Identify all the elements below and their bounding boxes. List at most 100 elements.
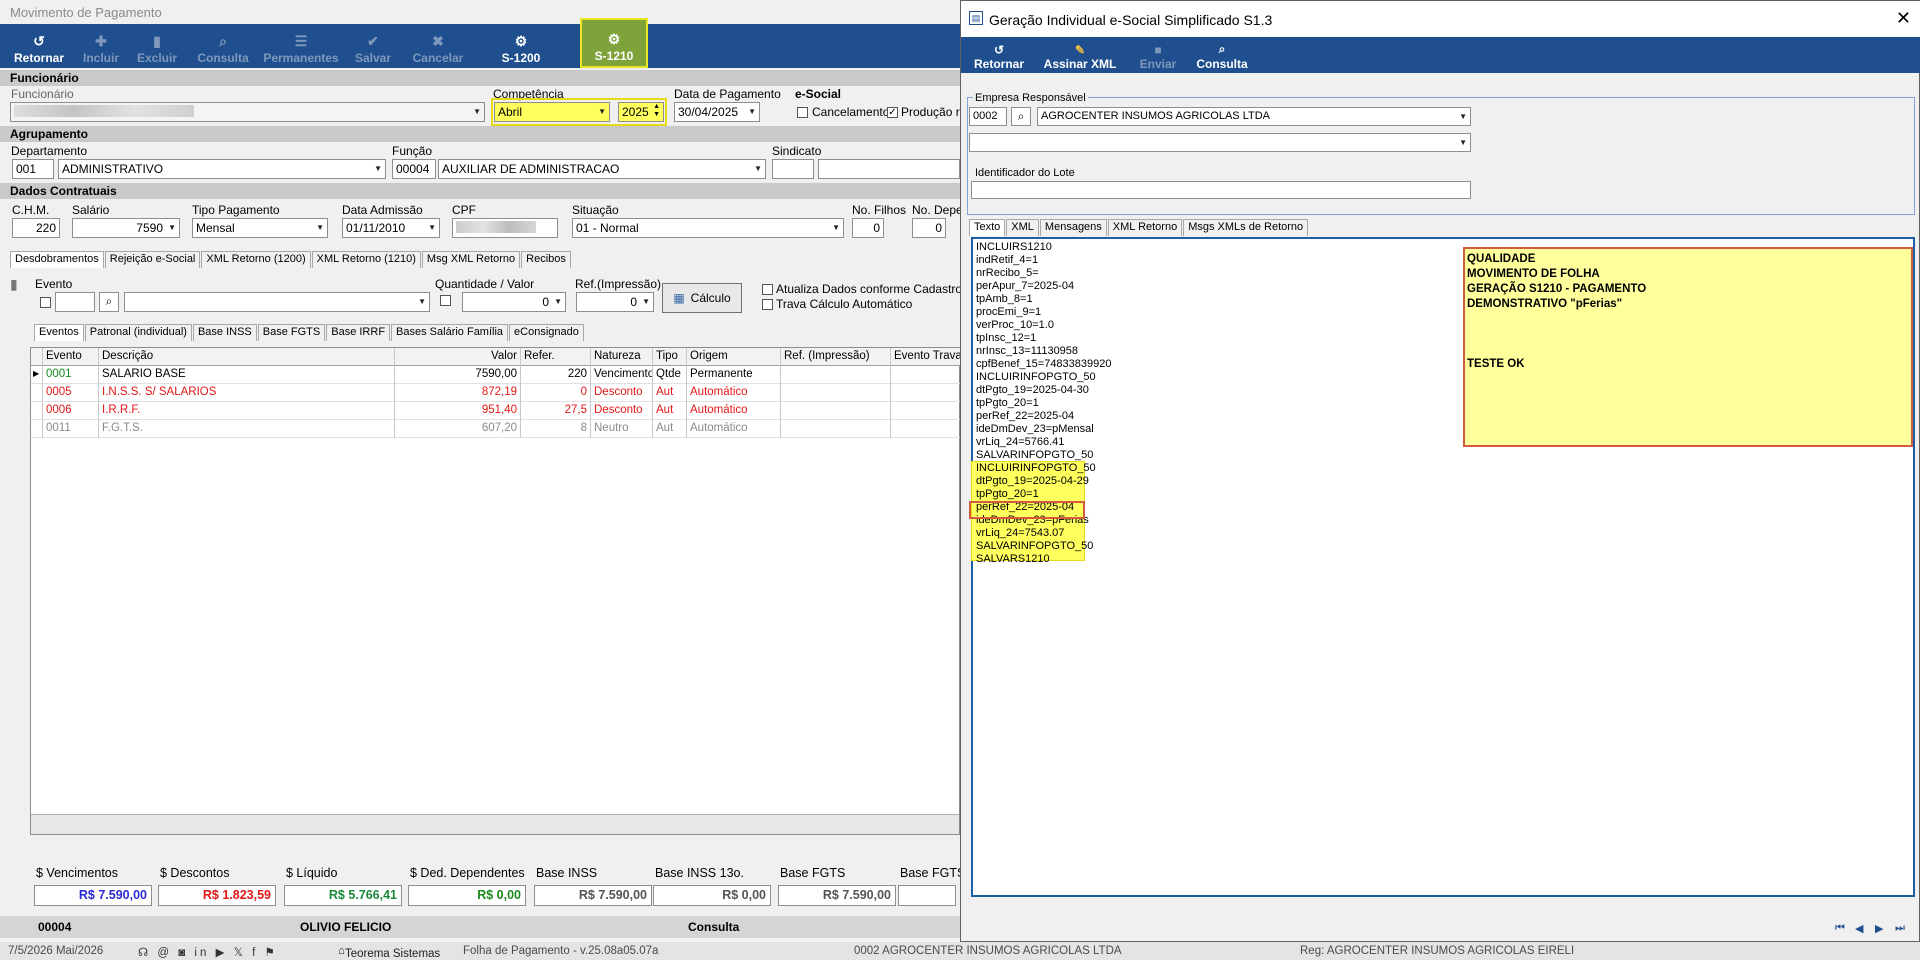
- evento-select[interactable]: [124, 292, 430, 312]
- grid-header-natureza[interactable]: Natureza: [591, 348, 653, 366]
- tab-xml-retorno[interactable]: XML Retorno: [1107, 219, 1183, 236]
- total-label: $ Descontos: [160, 866, 230, 880]
- table-cell-tipo: Aut: [653, 384, 687, 402]
- tab-texto[interactable]: Texto: [969, 219, 1006, 236]
- tab-xml-1200[interactable]: XML Retorno (1200): [201, 251, 311, 268]
- table-row[interactable]: 0011 F.G.T.S. 607,20 8 Neutro Aut Automático: [31, 420, 961, 438]
- last-record-icon[interactable]: ⏭: [1895, 922, 1905, 935]
- row-selector[interactable]: [31, 420, 43, 438]
- filhos-field[interactable]: 0: [852, 218, 884, 238]
- secondary-select[interactable]: [969, 133, 1471, 152]
- data-pagamento-field[interactable]: 30/04/2025: [674, 102, 760, 122]
- evento-code-field[interactable]: [55, 292, 95, 312]
- eventos-grid[interactable]: Evento Descrição Valor Refer. Natureza T…: [30, 347, 961, 835]
- tab-patronal[interactable]: Patronal (individual): [84, 324, 192, 341]
- salvar-button[interactable]: ✔ Salvar: [346, 24, 400, 68]
- tab-eventos[interactable]: Eventos: [34, 324, 84, 341]
- dependentes-field[interactable]: 0: [912, 218, 946, 238]
- total-value: R$ 0,00: [653, 885, 771, 906]
- excluir-button[interactable]: ▮ Excluir: [130, 24, 184, 68]
- grid-header-origem[interactable]: Origem: [687, 348, 781, 366]
- sindicato-select[interactable]: [818, 159, 960, 179]
- search-icon[interactable]: ⌕: [1011, 107, 1031, 126]
- departamento-select[interactable]: ADMINISTRATIVO: [58, 159, 386, 179]
- table-row[interactable]: 0005 I.N.S.S. S/ SALARIOS 872,19 0 Desconto A…: [31, 384, 961, 402]
- grid-header-tipo[interactable]: Tipo: [653, 348, 687, 366]
- sindicato-code-field[interactable]: [772, 159, 814, 179]
- permanentes-button[interactable]: ☰ Permanentes: [260, 24, 342, 68]
- quantidade-checkbox[interactable]: [440, 295, 451, 306]
- grid-header-evento[interactable]: Evento: [43, 348, 99, 366]
- s1210-button[interactable]: ⚙ S-1210: [580, 18, 648, 68]
- empresa-select[interactable]: AGROCENTER INSUMOS AGRICOLAS LTDA: [1037, 107, 1471, 126]
- funcionario-select[interactable]: [10, 102, 485, 122]
- consulta-button[interactable]: ⌕ Consulta: [1191, 37, 1253, 73]
- s1200-button[interactable]: ⚙ S-1200: [492, 24, 550, 68]
- enviar-button[interactable]: ■ Enviar: [1131, 37, 1185, 73]
- grid-header-ref-impressao[interactable]: Ref. (Impressão): [781, 348, 891, 366]
- assinar-xml-button[interactable]: ✎ Assinar XML: [1035, 37, 1125, 73]
- tab-econsignado[interactable]: eConsignado: [509, 324, 584, 341]
- blurred-cpf: [456, 221, 536, 233]
- chm-field[interactable]: 220: [12, 218, 60, 238]
- first-record-icon[interactable]: ⏮: [1835, 922, 1845, 935]
- grid-header-descricao[interactable]: Descrição: [99, 348, 395, 366]
- tab-msg-xml[interactable]: Msg XML Retorno: [421, 251, 521, 268]
- tipo-pagamento-select[interactable]: Mensal: [192, 218, 328, 238]
- tab-msgs-xmls-retorno[interactable]: Msgs XMLs de Retorno: [1183, 219, 1309, 236]
- table-cell-evento: 0001: [43, 366, 99, 384]
- tab-base-fgts[interactable]: Base FGTS: [257, 324, 326, 341]
- ref-impressao-field[interactable]: 0: [576, 292, 654, 312]
- next-record-icon[interactable]: ▶: [1875, 922, 1883, 935]
- spinner-arrows-icon[interactable]: ▲ ▼: [653, 103, 660, 119]
- tab-mensagens[interactable]: Mensagens: [1039, 219, 1107, 236]
- search-icon[interactable]: ⌕: [99, 292, 119, 312]
- row-selector[interactable]: [31, 384, 43, 402]
- tab-base-irrf[interactable]: Base IRRF: [326, 324, 391, 341]
- row-selector[interactable]: [31, 402, 43, 420]
- tab-rejeicao[interactable]: Rejeição e-Social: [104, 251, 201, 268]
- tab-xml[interactable]: XML: [1006, 219, 1039, 236]
- funcao-select[interactable]: AUXILIAR DE ADMINISTRACAO: [438, 159, 766, 179]
- row-selector-arrow-icon[interactable]: ▶: [31, 366, 43, 384]
- close-icon[interactable]: ✕: [1896, 8, 1911, 29]
- cancelar-button[interactable]: ✖ Cancelar: [406, 24, 470, 68]
- texto-memo[interactable]: INCLUIRS1210 indRetif_4=1 nrRecibo_5= perAp…: [969, 237, 1915, 897]
- competencia-ano-spinner[interactable]: 2025 ▲ ▼: [618, 102, 664, 122]
- table-row[interactable]: 0006 I.R.R.F. 951,40 27,5 Desconto Aut Automát…: [31, 402, 961, 420]
- tab-recibos[interactable]: Recibos: [521, 251, 571, 268]
- grid-header-refer[interactable]: Refer.: [521, 348, 591, 366]
- memo-line: INCLUIRINFOPGTO_50: [976, 462, 1096, 474]
- incluir-button[interactable]: ✚ Incluir: [74, 24, 128, 68]
- grid-header-evento-travado[interactable]: Evento Travad: [891, 348, 961, 366]
- retornar-button[interactable]: ↺ Retornar: [971, 37, 1027, 73]
- producao-checkbox[interactable]: ✓: [887, 107, 898, 118]
- calculo-button[interactable]: ▦ Cálculo: [662, 283, 742, 313]
- data-admissao-field[interactable]: 01/11/2010: [342, 218, 440, 238]
- cpf-field[interactable]: [452, 218, 558, 238]
- retornar-button[interactable]: ↺ Retornar: [8, 24, 70, 68]
- section-dados-contratuais: Dados Contratuais: [0, 183, 960, 199]
- situacao-select[interactable]: 01 - Normal: [572, 218, 844, 238]
- evento-checkbox[interactable]: [40, 297, 51, 308]
- salario-field[interactable]: 7590: [72, 218, 180, 238]
- competencia-mes-select[interactable]: Abril: [494, 102, 610, 122]
- tab-base-inss[interactable]: Base INSS: [192, 324, 257, 341]
- empresa-code-field[interactable]: 0002: [969, 107, 1007, 126]
- quantidade-field[interactable]: 0: [462, 292, 566, 312]
- delete-icon[interactable]: ▮: [10, 276, 22, 292]
- departamento-code-field[interactable]: 001: [12, 159, 54, 179]
- social-icons[interactable]: ☊ @ ◙ in ▶ 𝕏 f ⚑: [138, 945, 278, 959]
- cancelamento-checkbox[interactable]: [797, 107, 808, 118]
- tab-xml-1210[interactable]: XML Retorno (1210): [311, 251, 421, 268]
- tab-desdobramentos[interactable]: Desdobramentos: [10, 251, 104, 268]
- funcao-code-field[interactable]: 00004: [392, 159, 436, 179]
- atualiza-checkbox[interactable]: [762, 284, 773, 295]
- grid-header-valor[interactable]: Valor: [395, 348, 521, 366]
- consulta-button[interactable]: ⌕ Consulta: [188, 24, 258, 68]
- table-row[interactable]: ▶ 0001 SALARIO BASE 7590,00 220 Vencimento Qtd…: [31, 366, 961, 384]
- lote-field[interactable]: [971, 181, 1471, 199]
- prev-record-icon[interactable]: ◀: [1855, 922, 1863, 935]
- tab-bases-salario-familia[interactable]: Bases Salário Família: [391, 324, 509, 341]
- trava-checkbox[interactable]: [762, 299, 773, 310]
